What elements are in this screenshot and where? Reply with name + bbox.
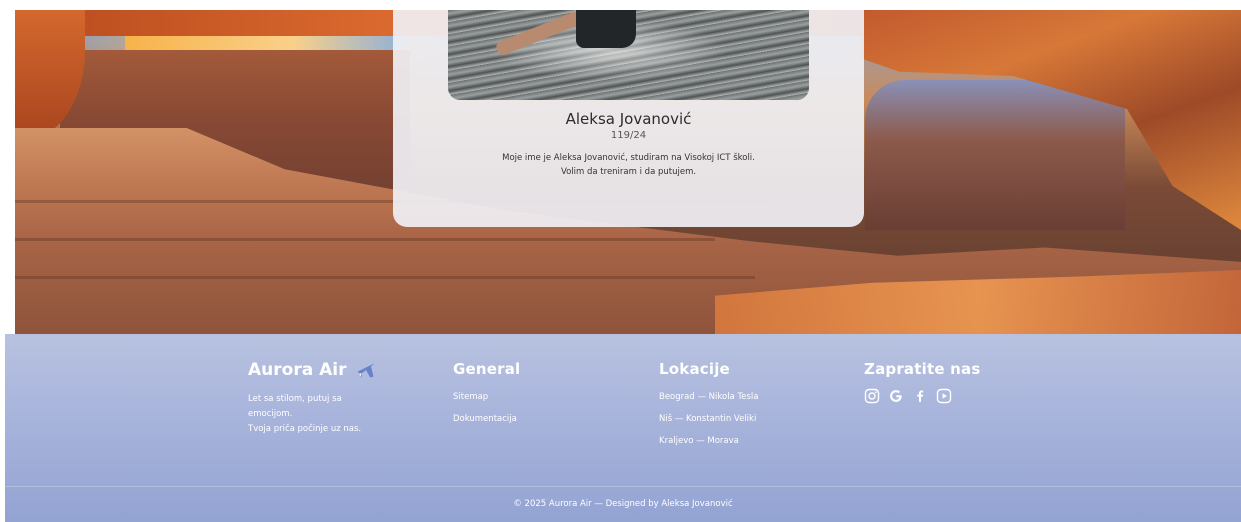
footer-social: Zapratite nas <box>864 360 980 404</box>
footer-copyright: © 2025 Aurora Air — Designed by Aleksa J… <box>513 499 733 509</box>
brand-logo[interactable]: Aurora Air <box>248 360 378 380</box>
footer-divider <box>5 486 1241 487</box>
footer-link-documentation[interactable]: Dokumentacija <box>453 414 520 424</box>
brand-name: Aurora Air <box>248 360 347 380</box>
footer-locations: Lokacije Beograd — Nikola Tesla Niš — Ko… <box>659 360 758 458</box>
footer-general-title: General <box>453 360 521 378</box>
profile-bio-line: Volim da treniram i da putujem. <box>560 167 697 177</box>
google-icon[interactable] <box>888 388 904 404</box>
canyon-valley-right <box>865 80 1125 230</box>
footer-locations-title: Lokacije <box>659 360 730 378</box>
profile-photo <box>448 10 809 100</box>
footer-general: General Sitemap Dokumentacija <box>453 360 520 436</box>
profile-name: Aleksa Jovanović <box>565 110 692 128</box>
location-item[interactable]: Niš — Konstantin Veliki <box>659 414 758 424</box>
facebook-icon[interactable] <box>912 388 928 404</box>
brand-tagline-line: Tvoja priča počinje uz nas. <box>248 424 362 434</box>
footer-social-title: Zapratite nas <box>864 360 981 378</box>
site-footer: Aurora Air Let sa stilom, putuj sa emoci… <box>5 334 1241 522</box>
profile-card: Aleksa Jovanović 119/24 Moje ime je Alek… <box>393 10 864 227</box>
photo-arm <box>494 10 584 57</box>
rock-strata <box>15 238 715 241</box>
rock-strata <box>15 276 755 279</box>
footer-link-sitemap[interactable]: Sitemap <box>453 392 520 402</box>
profile-bio: Moje ime je Aleksa Jovanović, studiram n… <box>393 151 864 179</box>
footer-brand: Aurora Air Let sa stilom, putuj sa emoci… <box>248 360 378 437</box>
profile-bio-line: Moje ime je Aleksa Jovanović, studiram n… <box>502 153 755 163</box>
youtube-icon[interactable] <box>936 388 952 404</box>
brand-tagline: Let sa stilom, putuj sa emocijom. Tvoja … <box>248 392 378 437</box>
social-links <box>864 388 980 404</box>
instagram-icon[interactable] <box>864 388 880 404</box>
photo-legs <box>576 10 636 48</box>
location-item[interactable]: Kraljevo — Morava <box>659 436 758 446</box>
location-item[interactable]: Beograd — Nikola Tesla <box>659 392 758 402</box>
profile-index-number: 119/24 <box>610 130 647 141</box>
brand-tagline-line: Let sa stilom, putuj sa emocijom. <box>248 394 342 419</box>
airplane-icon <box>358 363 375 378</box>
